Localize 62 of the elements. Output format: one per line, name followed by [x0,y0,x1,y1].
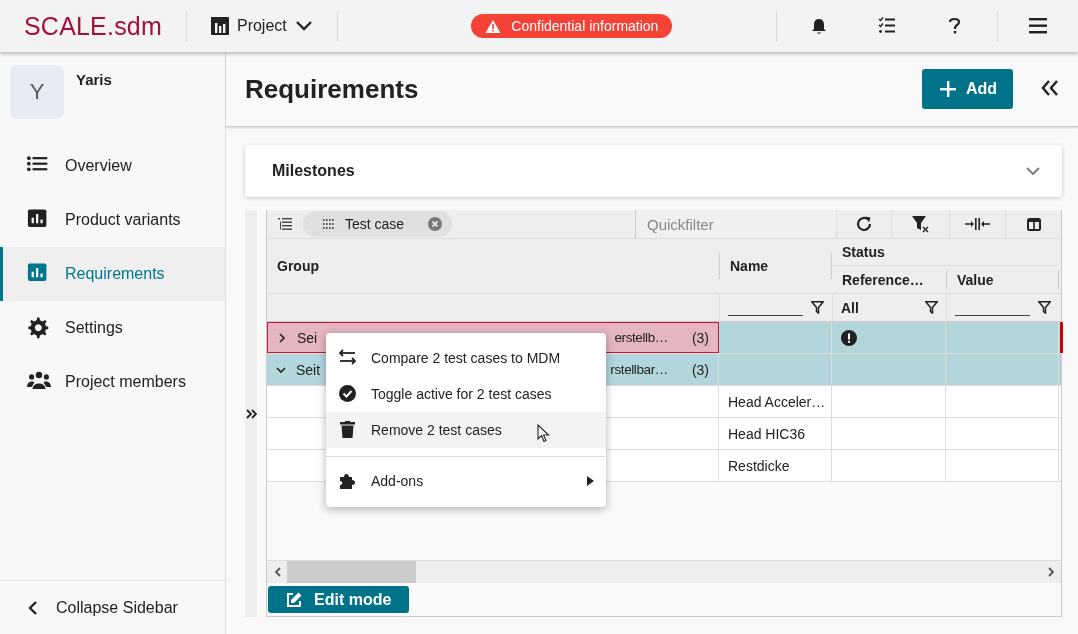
puzzle-icon [339,472,356,490]
scrollbar-thumb[interactable] [287,561,416,583]
sidebar-item[interactable]: Overview [0,139,225,193]
caret-right-icon [587,476,594,486]
milestones-panel[interactable]: Milestones [245,145,1062,197]
filter-icon [1038,301,1051,314]
edit-icon [286,591,302,608]
cursor-icon [537,424,550,443]
menu-item[interactable]: Remove 2 test cases [326,412,606,448]
column-header[interactable]: Value [946,270,1059,289]
warning-icon [485,18,502,34]
group-chip[interactable]: Test case [303,211,452,237]
project-menu[interactable]: Project [206,13,317,39]
check-circle-icon [339,385,356,403]
table-cell: Head HIC36 [719,418,832,449]
chevron-right-icon [277,332,287,343]
columns-icon [1026,217,1041,231]
bell-icon [810,17,828,35]
filter-clear-icon [912,215,929,233]
filter-icon [811,301,824,314]
chevron-down-icon [276,364,286,375]
plus-icon [939,81,956,97]
refresh-icon [856,216,872,232]
filter-icon [925,301,938,314]
list-icon [278,218,292,230]
menu-item[interactable]: Toggle active for 2 test cases [326,376,606,412]
filter-value[interactable]: All [841,299,917,316]
column-header[interactable]: Reference… [832,266,946,293]
grip-icon [323,219,335,229]
menu-item[interactable]: Compare 2 test cases to MDM [326,340,606,376]
fit-columns-icon [965,218,990,230]
collapse-sidebar-button[interactable]: Collapse Sidebar [0,580,225,634]
column-header[interactable]: Name [719,253,832,279]
menu-item[interactable]: Add-ons [326,463,606,499]
table-cell: Head Acceler… [719,386,832,417]
table-cell: Restdicke [719,450,832,481]
column-group-header: Status [832,239,1059,266]
sidebar-item[interactable]: Product variants [0,193,225,247]
page-title: Requirements [245,73,420,105]
trash-icon [339,421,356,439]
checklist-icon [878,17,896,35]
chevron-right-icon [1047,567,1055,577]
column-header[interactable]: Group [267,239,719,293]
add-button[interactable]: Add [921,69,1013,109]
double-chevron-left-icon [1041,79,1059,96]
gear-icon [27,317,51,339]
project-avatar: Y [10,65,64,119]
confidential-badge: Confidential information [471,14,673,38]
project-name: Yaris [76,70,112,88]
sidebar-item[interactable]: Project members [0,355,225,409]
chevron-left-icon [273,567,281,577]
sidebar-item[interactable]: Requirements [0,247,225,301]
bar-chart-icon [210,17,229,35]
edit-mode-button[interactable]: Edit mode [268,586,410,613]
double-chevron-right-icon [245,408,257,419]
chevron-down-icon [1026,166,1040,176]
chevron-left-icon [28,600,38,615]
menu-icon [1029,18,1047,34]
close-icon [428,217,442,231]
swap-icon [339,349,356,367]
app-logo[interactable]: SCALE.sdm [0,11,186,41]
sidebar-item[interactable]: Settings [0,301,225,355]
